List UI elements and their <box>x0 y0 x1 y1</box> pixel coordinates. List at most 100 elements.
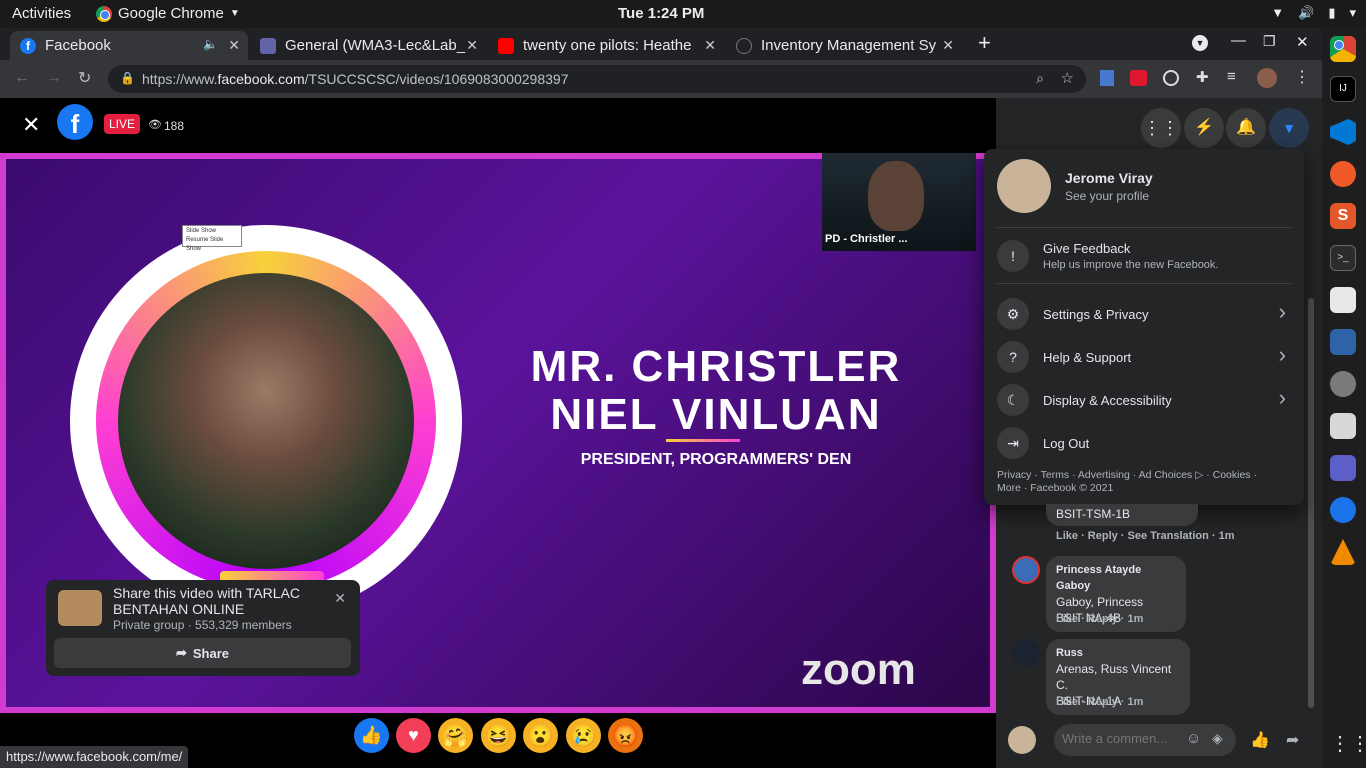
vlc-app-icon[interactable] <box>1330 539 1356 565</box>
postman-app-icon[interactable] <box>1330 161 1356 187</box>
emoji-icon[interactable]: ☺ <box>1186 730 1201 747</box>
display-accessibility-item[interactable]: ☾ Display & Accessibility <box>997 384 1172 416</box>
scrollbar[interactable] <box>1308 298 1314 708</box>
haha-reaction-icon[interactable]: 😆 <box>481 718 516 753</box>
slideshow-resume-link[interactable]: Resume Slide Show <box>186 236 238 254</box>
close-icon[interactable]: ✕ <box>22 112 40 138</box>
avatar[interactable] <box>1012 556 1040 584</box>
settings-app-icon[interactable] <box>1330 371 1356 397</box>
chevron-down-icon: ▼ <box>229 8 240 19</box>
sticker-icon[interactable]: ◈ <box>1212 730 1223 747</box>
notifications-icon[interactable]: 🔔 <box>1226 108 1266 148</box>
calculator-app-icon[interactable] <box>1330 413 1356 439</box>
profile-avatar[interactable] <box>1257 68 1277 88</box>
menu-grid-icon[interactable]: ⋮⋮ <box>1141 108 1181 148</box>
avatar[interactable] <box>1012 639 1040 667</box>
forward-button[interactable]: → <box>46 69 62 87</box>
battery-icon: ▮ <box>1328 5 1336 20</box>
files-app-icon[interactable] <box>1330 287 1356 313</box>
like-reaction-icon[interactable]: 👍 <box>354 718 389 753</box>
participant-video[interactable]: PD - Christler ... <box>822 153 976 251</box>
extension-icon[interactable] <box>1163 70 1179 86</box>
chrome-icon <box>96 5 112 22</box>
comment-author[interactable]: Russ <box>1056 645 1180 661</box>
tab-facebook[interactable]: f Facebook 🔈 ✕ <box>10 31 248 60</box>
messenger-icon[interactable]: ⚡ <box>1184 108 1224 148</box>
show-apps-icon[interactable]: ⋮⋮ <box>1330 731 1366 757</box>
comment-actions[interactable]: Like · Reply · See Translation · 1m <box>1056 530 1235 542</box>
slideshow-popup[interactable]: Slide Show Resume Slide Show <box>182 225 242 252</box>
angry-reaction-icon[interactable]: 😡 <box>608 718 643 753</box>
comment-actions[interactable]: Like · Reply · 1m <box>1056 613 1143 625</box>
profile-row[interactable]: Jerome Viray See your profile <box>997 159 1153 213</box>
extension-icon[interactable] <box>1100 70 1114 86</box>
tab-search-icon[interactable]: ▼ <box>1192 35 1208 51</box>
window-close-button[interactable]: ✕ <box>1296 33 1309 51</box>
give-feedback-item[interactable]: ! Give Feedback Help us improve the new … <box>997 240 1218 272</box>
activities-button[interactable]: Activities <box>12 5 71 22</box>
share-button[interactable]: ➦ Share <box>54 638 351 668</box>
share-icon[interactable]: ➦ <box>1286 730 1299 750</box>
chevron-right-icon: › <box>1278 385 1286 410</box>
close-icon[interactable]: ✕ <box>334 590 346 607</box>
comment-author[interactable]: Princess Atayde Gaboy <box>1056 562 1176 594</box>
media-control-icon[interactable]: ≡ <box>1227 68 1236 85</box>
app-menu[interactable]: Google Chrome ▼ <box>96 5 240 22</box>
speaker-photo <box>118 273 414 569</box>
avatar[interactable] <box>1008 726 1036 754</box>
footer-links[interactable]: Privacy · Terms · Advertising · Ad Choic… <box>997 469 1297 482</box>
log-out-item[interactable]: ⇥ Log Out <box>997 427 1089 459</box>
settings-privacy-item[interactable]: ⚙ Settings & Privacy <box>997 298 1291 330</box>
intellij-app-icon[interactable]: IJ <box>1330 76 1356 102</box>
like-icon[interactable]: 👍 <box>1250 730 1270 750</box>
comment-actions[interactable]: Like · Reply · 1m <box>1056 696 1143 708</box>
reload-button[interactable]: ↻ <box>78 68 91 88</box>
participant-face <box>868 161 924 231</box>
back-button[interactable]: ← <box>14 69 30 87</box>
bookmark-star-icon[interactable]: ☆ <box>1061 69 1074 87</box>
terminal-app-icon[interactable]: >_ <box>1330 245 1356 271</box>
love-reaction-icon[interactable]: ♥ <box>396 718 431 753</box>
clock[interactable]: Tue 1:24 PM <box>618 5 704 22</box>
maximize-button[interactable]: ❐ <box>1263 33 1276 50</box>
close-icon[interactable]: ✕ <box>466 37 478 54</box>
chrome-app-icon[interactable] <box>1330 36 1356 62</box>
system-tray[interactable]: ▼ 🔊 ▮ ▾ <box>1271 5 1356 21</box>
new-tab-button[interactable]: + <box>978 30 991 56</box>
app-dock: IJ S >_ ⋮⋮ <box>1322 28 1366 768</box>
wow-reaction-icon[interactable]: 😮 <box>523 718 558 753</box>
close-icon[interactable]: ✕ <box>942 37 954 54</box>
comment-input-wrap[interactable]: ☺ ◈ <box>1054 724 1236 756</box>
sad-reaction-icon[interactable]: 😢 <box>566 718 601 753</box>
share-icon: ➦ <box>175 645 187 660</box>
address-bar[interactable]: 🔒 https://www. facebook.com/TSUCCSCSC/vid… <box>108 65 1086 93</box>
facebook-logo[interactable]: f <box>57 104 93 140</box>
close-icon[interactable]: ✕ <box>704 37 716 54</box>
tab-youtube[interactable]: twenty one pilots: Heathe ✕ <box>488 31 724 60</box>
wps-app-icon[interactable] <box>1330 497 1356 523</box>
speaker-icon[interactable]: 🔈 <box>203 37 218 51</box>
divider <box>997 227 1291 228</box>
comment-input[interactable] <box>1062 731 1180 746</box>
comment-bubble: BSIT-TSM-1B <box>1046 504 1198 526</box>
minimize-button[interactable]: — <box>1231 32 1246 49</box>
care-reaction-icon[interactable]: 🤗 <box>438 718 473 753</box>
tab-inventory[interactable]: Inventory Management Sy ✕ <box>726 31 962 60</box>
account-chevron-icon[interactable]: ▼ <box>1269 108 1309 148</box>
sublime-app-icon[interactable]: S <box>1330 203 1356 229</box>
help-support-item[interactable]: ? Help & Support <box>997 341 1131 373</box>
menu-footer[interactable]: Privacy · Terms · Advertising · Ad Choic… <box>997 469 1297 495</box>
tab-teams[interactable]: General (WMA3-Lec&Lab_ ✕ <box>250 31 486 60</box>
puzzle-icon[interactable]: ✚ <box>1196 68 1209 86</box>
vscode-app-icon[interactable] <box>1330 119 1356 145</box>
close-icon[interactable]: ✕ <box>228 37 240 54</box>
feedback-icon: ! <box>997 240 1029 272</box>
mysql-app-icon[interactable] <box>1330 329 1356 355</box>
kebab-menu-icon[interactable]: ⋮ <box>1294 67 1310 87</box>
share-button-label: Share <box>192 645 230 661</box>
tab-title: General (WMA3-Lec&Lab_ <box>285 37 466 54</box>
extension-icon[interactable] <box>1130 70 1147 86</box>
zoom-icon[interactable]: ⌕ <box>1036 70 1044 87</box>
teams-app-icon[interactable] <box>1330 455 1356 481</box>
logout-icon: ⇥ <box>997 427 1029 459</box>
